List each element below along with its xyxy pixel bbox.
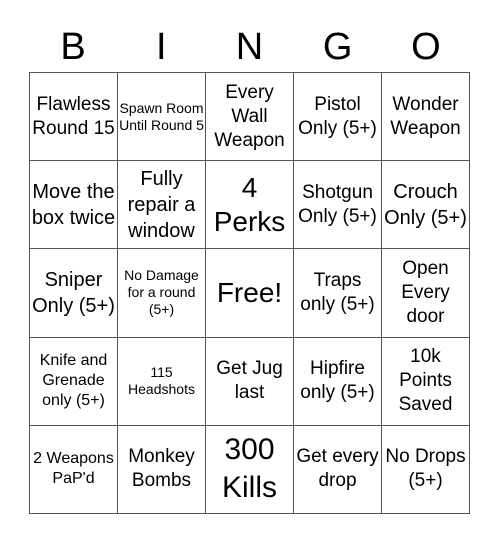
bingo-cell[interactable]: Every Wall Weapon bbox=[206, 73, 294, 162]
cell-text: Get Jug last bbox=[216, 358, 283, 404]
cell-text: Get every drop bbox=[296, 446, 379, 492]
cell-text: No Damage for a round (5+) bbox=[124, 267, 199, 318]
bingo-cell[interactable]: Get Jug last bbox=[206, 337, 294, 426]
bingo-cell[interactable]: 10k Points Saved bbox=[382, 337, 470, 426]
cell-text: Flawless Round 15 bbox=[32, 93, 115, 139]
cell-text: Knife and Grenade only (5+) bbox=[39, 352, 108, 410]
cell-text: 2 Weapons PaP'd bbox=[33, 450, 114, 488]
cell-text: Wonder Weapon bbox=[390, 93, 461, 139]
bingo-cell[interactable]: Fully repair a window bbox=[118, 161, 206, 250]
bingo-cell[interactable]: Shotgun Only (5+) bbox=[294, 161, 382, 250]
cell-text: 4 Perks bbox=[213, 171, 286, 237]
cell-text: 300 Kills bbox=[221, 433, 277, 505]
cell-text: Open Every door bbox=[401, 257, 450, 327]
bingo-cell[interactable]: Pistol Only (5+) bbox=[294, 73, 382, 162]
bingo-cell[interactable]: 2 Weapons PaP'd bbox=[30, 425, 118, 514]
cell-text: Shotgun Only (5+) bbox=[298, 181, 377, 227]
bingo-cell[interactable]: Traps only (5+) bbox=[294, 249, 382, 338]
bingo-header: B I N G O bbox=[29, 22, 470, 72]
bingo-cell[interactable]: 4 Perks bbox=[206, 161, 294, 250]
cell-text: Sniper Only (5+) bbox=[32, 268, 115, 317]
bingo-cell[interactable]: Knife and Grenade only (5+) bbox=[30, 337, 118, 426]
cell-text: 115 Headshots bbox=[128, 364, 195, 398]
bingo-cell[interactable]: No Drops (5+) bbox=[382, 425, 470, 514]
cell-text: Crouch Only (5+) bbox=[384, 180, 467, 229]
bingo-cell[interactable]: 300 Kills bbox=[206, 425, 294, 514]
bingo-cell[interactable]: Open Every door bbox=[382, 249, 470, 338]
bingo-cell[interactable]: Spawn Room Until Round 5 bbox=[118, 73, 206, 162]
bingo-cell[interactable]: Flawless Round 15 bbox=[30, 73, 118, 162]
cell-text: No Drops (5+) bbox=[385, 446, 466, 492]
free-space-text: Free! bbox=[216, 276, 283, 308]
cell-text: Monkey Bombs bbox=[128, 446, 195, 492]
cell-text: 10k Points Saved bbox=[398, 346, 453, 416]
cell-text: Spawn Room Until Round 5 bbox=[119, 99, 204, 133]
bingo-cell[interactable]: Get every drop bbox=[294, 425, 382, 514]
header-letter-o: O bbox=[411, 26, 441, 68]
bingo-cell[interactable]: Monkey Bombs bbox=[118, 425, 206, 514]
cell-text: Pistol Only (5+) bbox=[298, 93, 377, 139]
bingo-cell[interactable]: Sniper Only (5+) bbox=[30, 249, 118, 338]
bingo-cell[interactable]: Wonder Weapon bbox=[382, 73, 470, 162]
cell-text: Move the box twice bbox=[31, 180, 116, 229]
header-letter-g: G bbox=[322, 26, 353, 68]
header-letter-n: N bbox=[235, 26, 264, 68]
cell-text: Every Wall Weapon bbox=[214, 81, 285, 151]
bingo-cell[interactable]: Move the box twice bbox=[30, 161, 118, 250]
header-letter-b: B bbox=[60, 26, 86, 68]
free-space-cell[interactable]: Free! bbox=[206, 249, 294, 338]
cell-text: Hipfire only (5+) bbox=[300, 358, 375, 404]
bingo-card-grid: Flawless Round 15 Spawn Room Until Round… bbox=[29, 72, 470, 514]
bingo-cell[interactable]: 115 Headshots bbox=[118, 337, 206, 426]
cell-text: Traps only (5+) bbox=[300, 269, 375, 315]
header-letter-i: I bbox=[156, 26, 167, 68]
bingo-cell[interactable]: No Damage for a round (5+) bbox=[118, 249, 206, 338]
bingo-cell[interactable]: Crouch Only (5+) bbox=[382, 161, 470, 250]
cell-text: Fully repair a window bbox=[127, 167, 196, 242]
bingo-cell[interactable]: Hipfire only (5+) bbox=[294, 337, 382, 426]
